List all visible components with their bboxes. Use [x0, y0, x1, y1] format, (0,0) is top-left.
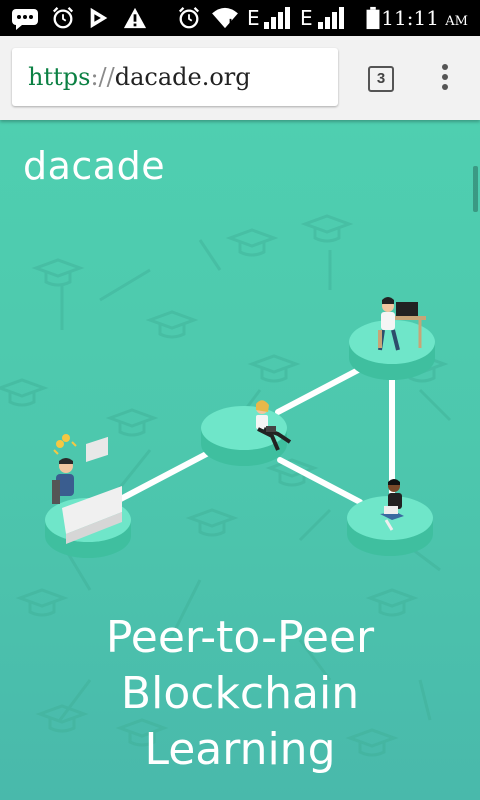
clock-time: 11:11	[381, 6, 439, 30]
alarm-icon	[52, 7, 74, 29]
status-bar: E E 11:11 AM	[0, 0, 480, 36]
wifi-icon	[212, 7, 238, 29]
signal-icon	[318, 7, 344, 29]
network-type-label-2: E	[300, 6, 313, 30]
url-bar[interactable]: https://dacade.org	[12, 48, 338, 106]
headline-line-3: Learning	[144, 724, 336, 775]
url-host: dacade.org	[114, 63, 251, 91]
tab-switcher-button[interactable]: 3	[368, 66, 394, 92]
alarm-icon	[178, 7, 200, 29]
overflow-menu-icon[interactable]	[437, 64, 453, 94]
url-separator: ://	[90, 63, 115, 91]
peer-network-illustration	[45, 297, 435, 558]
network-type-label: E	[247, 6, 260, 30]
hero-headline: Peer-to-Peer Blockchain Learning	[0, 610, 480, 778]
clock-ampm: AM	[445, 14, 468, 29]
signal-icon	[264, 7, 290, 29]
clock: 11:11 AM	[381, 6, 468, 34]
play-store-icon	[90, 7, 108, 29]
headline-line-1: Peer-to-Peer	[105, 612, 375, 663]
page-content: dacade Peer-to-Peer Blockchain Learning	[0, 120, 480, 800]
messages-icon	[12, 9, 38, 30]
headline-line-2: Blockchain	[120, 668, 360, 719]
url-scheme: https	[28, 63, 91, 91]
warning-icon	[123, 7, 147, 29]
url-text[interactable]: https://dacade.org	[28, 62, 251, 92]
battery-icon	[366, 6, 380, 30]
browser-toolbar: https://dacade.org 3	[0, 36, 480, 120]
